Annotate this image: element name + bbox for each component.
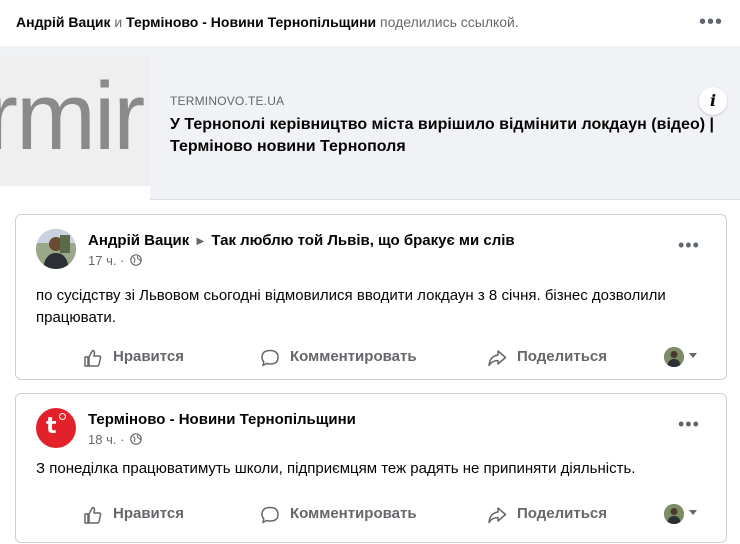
post-author-line: Терміново - Новини Тернопільщини (88, 411, 356, 428)
post-time[interactable]: 17 ч. (88, 253, 116, 268)
post-author[interactable]: Андрій Вацик (88, 232, 189, 249)
brand-logo-icon: t (46, 414, 57, 439)
post-author-line: Андрій Вацик ▶ Так люблю той Львів, що б… (88, 232, 515, 249)
header-author-2[interactable]: Терміново - Новини Тернопільщини (126, 14, 376, 30)
thumbs-up-icon (84, 349, 102, 367)
brand-logo-degree (59, 413, 66, 420)
more-dots-icon[interactable]: ••• (678, 414, 700, 435)
more-dots-icon[interactable]: ••• (697, 10, 725, 34)
comment-label: Комментировать (290, 505, 417, 522)
chevron-down-icon (689, 510, 697, 515)
link-domain: TERMINOVO.TE.UA (170, 94, 285, 108)
shared-post-card: Андрій Вацик ▶ Так люблю той Львів, що б… (15, 214, 727, 380)
thumbnail-text: rmir (0, 63, 145, 170)
comment-label: Комментировать (290, 348, 417, 365)
header-action-text: поделились ссылкой. (380, 14, 519, 30)
avatar (664, 504, 684, 524)
globe-icon (130, 254, 142, 266)
share-arrow-icon (488, 507, 507, 524)
link-thumbnail[interactable]: rmir (0, 56, 150, 232)
post-group[interactable]: Так люблю той Львів, що бракує ми слів (211, 232, 514, 249)
header-author-1[interactable]: Андрій Вацик (16, 14, 111, 30)
avatar (664, 347, 684, 367)
like-label: Нравится (113, 348, 185, 365)
comment-bubble-icon (261, 506, 279, 524)
info-icon[interactable]: i (699, 87, 727, 115)
audience-selector[interactable] (664, 346, 704, 370)
more-dots-icon[interactable]: ••• (678, 235, 700, 256)
like-label: Нравится (113, 505, 185, 522)
comment-bubble-icon (261, 349, 279, 367)
link-title[interactable]: У Тернополі керівництво міста вирішило в… (170, 114, 715, 158)
post-author[interactable]: Терміново - Новини Тернопільщини (88, 411, 356, 428)
globe-icon (130, 433, 142, 445)
post-actions: Нравится Комментировать Поделиться (16, 495, 728, 535)
share-label: Поделиться (517, 348, 608, 365)
post-meta: 18 ч. · (88, 432, 142, 447)
avatar[interactable]: t (36, 408, 76, 448)
link-preview-card[interactable]: rmir i TERMINOVO.TE.UA У Тернополі керів… (0, 46, 740, 232)
header-text: Андрій Вацик и Терміново - Новини Терноп… (16, 14, 519, 30)
header-conjunction: и (114, 14, 123, 30)
triangle-right-icon: ▶ (196, 236, 205, 247)
post-meta: 17 ч. · (88, 253, 142, 268)
shared-post-header: Андрій Вацик и Терміново - Новини Терноп… (0, 0, 740, 46)
shared-post-card: t Терміново - Новини Тернопільщини 18 ч.… (15, 393, 727, 543)
thumbs-up-icon (84, 506, 102, 524)
avatar[interactable] (36, 229, 76, 269)
post-time[interactable]: 18 ч. (88, 432, 116, 447)
post-actions: Нравится Комментировать Поделиться (16, 338, 728, 378)
post-text: по сусідству зі Львовом сьогодні відмови… (36, 287, 666, 326)
chevron-down-icon (689, 353, 697, 358)
share-arrow-icon (488, 350, 507, 367)
audience-selector[interactable] (664, 503, 704, 527)
post-text: З понеділка працюватимуть школи, підприє… (36, 460, 636, 477)
share-label: Поделиться (517, 505, 608, 522)
